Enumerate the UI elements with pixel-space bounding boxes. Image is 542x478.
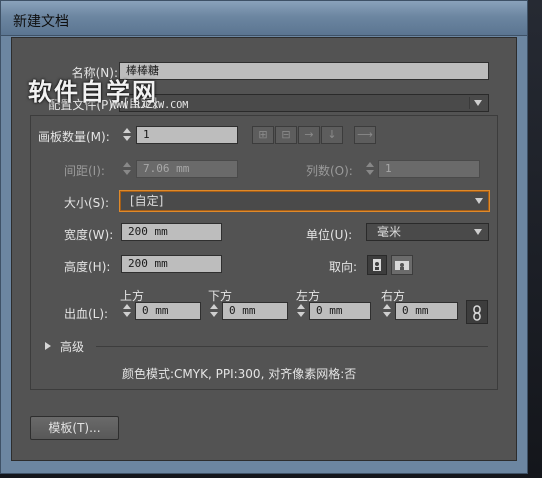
spinner-up-icon[interactable]: [297, 304, 305, 309]
spacing-input: 7.06 mm: [136, 160, 238, 178]
spinner-up-icon[interactable]: [123, 304, 131, 309]
bleed-top-spinner[interactable]: [122, 302, 132, 320]
columns-label: 列数(O):: [306, 164, 353, 178]
spacing-label: 间距(I):: [64, 164, 105, 178]
settings-section-frame: [30, 115, 498, 390]
new-document-dialog: 新建文档 名称(N): 棒棒糖 配置文件(P): [自定] 软件自学网 WWW.…: [0, 0, 528, 474]
templates-button[interactable]: 模板(T)...: [30, 416, 119, 440]
height-label: 高度(H):: [64, 260, 111, 274]
bleed-right-spinner[interactable]: [382, 302, 392, 320]
spinner-up-icon[interactable]: [383, 304, 391, 309]
arrange-by-row-icon[interactable]: →: [298, 126, 320, 144]
chevron-down-icon: [474, 229, 482, 235]
portrait-glyph-icon: [373, 259, 381, 271]
dialog-title: 新建文档: [13, 14, 69, 30]
title-bar: 新建文档: [0, 0, 528, 36]
spinner-down-icon: [123, 170, 131, 175]
landscape-glyph-icon: [395, 261, 409, 270]
bleed-bottom-spinner[interactable]: [209, 302, 219, 320]
chevron-down-icon: [475, 198, 483, 204]
document-info-text: 颜色模式:CMYK, PPI:300, 对齐像素网格:否: [122, 367, 357, 381]
units-label: 单位(U):: [306, 228, 353, 242]
bleed-bottom-input[interactable]: 0 mm: [222, 302, 288, 320]
bleed-label: 出血(L):: [64, 307, 109, 321]
size-select[interactable]: [自定]: [119, 190, 490, 212]
watermark-url: WWW.RJZXW.COM: [110, 100, 189, 111]
artboard-count-spinner[interactable]: [122, 126, 132, 144]
profile-caret-separator: [469, 97, 470, 109]
bleed-top-input[interactable]: 0 mm: [135, 302, 201, 320]
bleed-left-spinner[interactable]: [296, 302, 306, 320]
spinner-up-icon: [123, 162, 131, 167]
name-input[interactable]: 棒棒糖: [119, 62, 489, 80]
chain-glyph-icon: [473, 305, 481, 321]
spinner-up-icon[interactable]: [210, 304, 218, 309]
bleed-right-input[interactable]: 0 mm: [395, 302, 458, 320]
disclosure-triangle-icon[interactable]: [45, 342, 51, 350]
columns-spinner: [365, 160, 375, 178]
height-input[interactable]: 200 mm: [121, 255, 222, 273]
chain-link-icon[interactable]: [466, 300, 488, 324]
spinner-down-icon[interactable]: [210, 312, 218, 317]
portrait-icon[interactable]: [367, 255, 387, 275]
spinner-down-icon[interactable]: [123, 312, 131, 317]
units-value: 毫米: [377, 225, 402, 239]
artboard-count-label: 画板数量(M):: [38, 130, 110, 144]
chevron-down-icon: [474, 100, 482, 106]
grid-by-column-icon[interactable]: ⊟: [275, 126, 297, 144]
bleed-left-input[interactable]: 0 mm: [309, 302, 371, 320]
spacing-spinner: [122, 160, 132, 178]
spinner-down-icon: [366, 170, 374, 175]
spinner-up-icon: [366, 162, 374, 167]
size-label: 大小(S):: [64, 196, 110, 210]
units-select[interactable]: 毫米: [366, 223, 489, 241]
right-to-left-layout-icon[interactable]: ⟶: [354, 126, 376, 144]
size-value: [自定]: [130, 194, 164, 208]
spinner-down-icon[interactable]: [297, 312, 305, 317]
advanced-divider: [96, 346, 488, 347]
spinner-down-icon[interactable]: [383, 312, 391, 317]
orientation-label: 取向:: [329, 260, 358, 274]
width-input[interactable]: 200 mm: [121, 223, 222, 241]
width-label: 宽度(W):: [64, 228, 114, 242]
arrange-by-column-icon[interactable]: ↓: [321, 126, 343, 144]
columns-input: 1: [378, 160, 480, 178]
advanced-label[interactable]: 高级: [60, 338, 84, 355]
spinner-down-icon[interactable]: [123, 136, 131, 141]
artboard-count-input[interactable]: 1: [136, 126, 238, 144]
spinner-up-icon[interactable]: [123, 128, 131, 133]
grid-by-row-icon[interactable]: ⊞: [252, 126, 274, 144]
landscape-icon[interactable]: [391, 255, 413, 275]
